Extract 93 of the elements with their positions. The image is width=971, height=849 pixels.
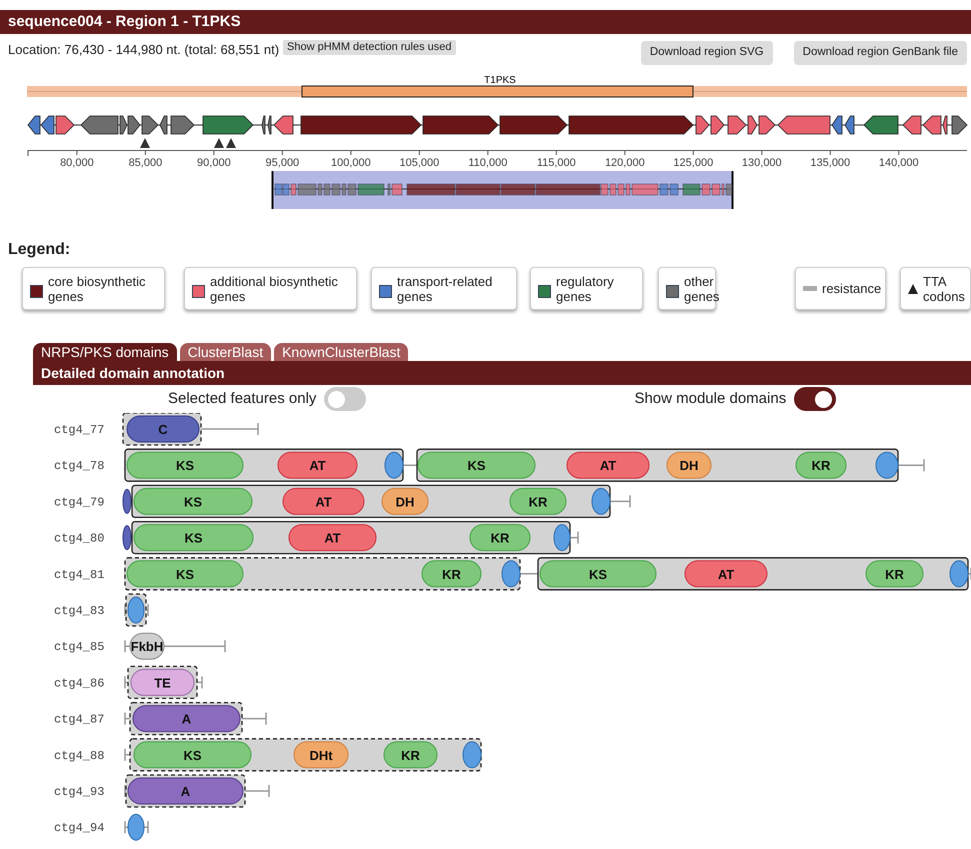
gene-name: ctg4_87 xyxy=(54,712,104,727)
rules-button[interactable]: Show pHMM detection rules used xyxy=(283,40,456,55)
domain[interactable]: KS xyxy=(134,741,252,768)
legend-label: TTA codons xyxy=(923,274,965,304)
legend-item[interactable]: transport-related genes xyxy=(371,267,517,310)
toggle-switch[interactable] xyxy=(794,387,836,411)
gene-name: ctg4_78 xyxy=(54,459,104,474)
protocluster-label: T1PKS xyxy=(484,75,516,86)
gene-name: ctg4_88 xyxy=(54,748,104,763)
location-text: Location: 76,430 - 144,980 nt. (total: 68,551 nt) xyxy=(8,41,280,59)
gene-name: ctg4_86 xyxy=(54,676,104,690)
axis-label: 80,000 xyxy=(60,157,94,169)
domain[interactable]: KS xyxy=(134,524,254,552)
domain[interactable]: TE xyxy=(130,668,194,696)
gene-name: ctg4_94 xyxy=(54,821,104,836)
download-button[interactable]: Download region GenBank file xyxy=(794,41,967,65)
domain[interactable]: A xyxy=(132,705,240,732)
domain[interactable] xyxy=(592,488,610,515)
domain[interactable]: AT xyxy=(566,452,650,479)
tta-codon-icon xyxy=(140,138,150,148)
domain[interactable]: AT xyxy=(278,452,358,479)
legend-item[interactable]: regulatory genes xyxy=(530,267,643,310)
protocluster-bar[interactable] xyxy=(302,86,694,98)
gene-name: ctg4_81 xyxy=(54,568,104,582)
domain[interactable] xyxy=(122,525,132,550)
domain[interactable]: KS xyxy=(126,452,244,479)
domain[interactable]: AT xyxy=(288,524,376,552)
domain[interactable]: KR xyxy=(866,560,924,588)
domain[interactable]: KR xyxy=(510,488,566,515)
toggle-label: Selected features only xyxy=(168,388,316,409)
axis-label: 135,000 xyxy=(810,157,850,169)
domain[interactable]: A xyxy=(128,778,244,804)
axis-label: 130,000 xyxy=(742,157,782,169)
gene-name: ctg4_79 xyxy=(54,495,104,510)
axis-label: 95,000 xyxy=(266,157,300,169)
domain[interactable]: KR xyxy=(384,741,438,768)
toggle-switch[interactable] xyxy=(324,387,366,411)
domain[interactable]: KR xyxy=(422,560,482,588)
legend-title: Legend: xyxy=(7,240,72,260)
axis-label: 115,000 xyxy=(536,157,576,169)
domain[interactable]: KS xyxy=(418,452,536,479)
gene-arrows-drawing[interactable] xyxy=(27,116,968,134)
tab[interactable]: NRPS/PKS domains xyxy=(33,343,177,361)
gene-name: ctg4_77 xyxy=(54,423,104,437)
domain[interactable]: KS xyxy=(134,488,252,515)
axis-label: 105,000 xyxy=(399,157,440,169)
domain[interactable]: C xyxy=(126,416,200,442)
legend-label: core biosynthetic genes xyxy=(48,274,147,304)
legend-item[interactable]: core biosynthetic genes xyxy=(22,267,165,310)
axis-label: 125,000 xyxy=(673,157,714,169)
domain[interactable]: DHt xyxy=(294,741,348,768)
triangle-icon xyxy=(908,284,918,294)
domain[interactable] xyxy=(876,452,898,479)
gene-name: ctg4_93 xyxy=(54,785,104,799)
tab[interactable]: ClusterBlast xyxy=(180,343,272,361)
legend-item[interactable]: TTA codons xyxy=(900,267,971,310)
domain[interactable]: AT xyxy=(684,560,768,588)
domain[interactable]: DH xyxy=(382,488,428,515)
domain[interactable]: KR xyxy=(796,452,846,479)
resistance-bar-icon xyxy=(803,286,817,291)
axis-label: 120,000 xyxy=(604,157,645,169)
domain[interactable]: KR xyxy=(470,524,530,552)
region-detail-drawing[interactable] xyxy=(272,171,734,209)
domain[interactable]: DH xyxy=(666,452,712,479)
domain[interactable]: FkbH xyxy=(130,632,164,660)
legend-label: resistance xyxy=(822,281,882,296)
domain[interactable]: AT xyxy=(282,488,364,515)
domain[interactable] xyxy=(950,560,968,588)
domain[interactable] xyxy=(122,488,132,514)
domain[interactable]: KS xyxy=(540,560,656,588)
axis-label: 100,000 xyxy=(330,157,371,169)
legend-label: regulatory genes xyxy=(556,274,615,304)
gene-name: ctg4_85 xyxy=(54,640,104,654)
axis-label: 90,000 xyxy=(197,157,231,169)
section-title-bar: Detailed domain annotation xyxy=(33,361,971,385)
tab[interactable]: KnownClusterBlast xyxy=(274,343,408,361)
legend-label: transport-related genes xyxy=(397,274,494,304)
legend-label: additional biosynthetic genes xyxy=(210,274,339,304)
toggle-label: Show module domains xyxy=(634,388,786,409)
domain[interactable] xyxy=(462,741,482,768)
axis-label: 85,000 xyxy=(128,157,162,169)
legend-item[interactable]: additional biosynthetic genes xyxy=(184,267,357,310)
region-title-bar: sequence004 - Region 1 - T1PKS xyxy=(0,10,971,34)
axis-label: 140,000 xyxy=(878,157,919,169)
axis-label: 110,000 xyxy=(468,157,508,169)
domain[interactable] xyxy=(128,814,144,841)
domain[interactable]: KS xyxy=(126,560,244,588)
legend-item[interactable]: resistance xyxy=(795,267,886,310)
domain[interactable] xyxy=(384,452,404,479)
domain[interactable] xyxy=(554,524,570,552)
download-button[interactable]: Download region SVG xyxy=(640,41,773,65)
gene-name: ctg4_80 xyxy=(54,532,104,546)
gene-name: ctg4_83 xyxy=(54,604,104,618)
